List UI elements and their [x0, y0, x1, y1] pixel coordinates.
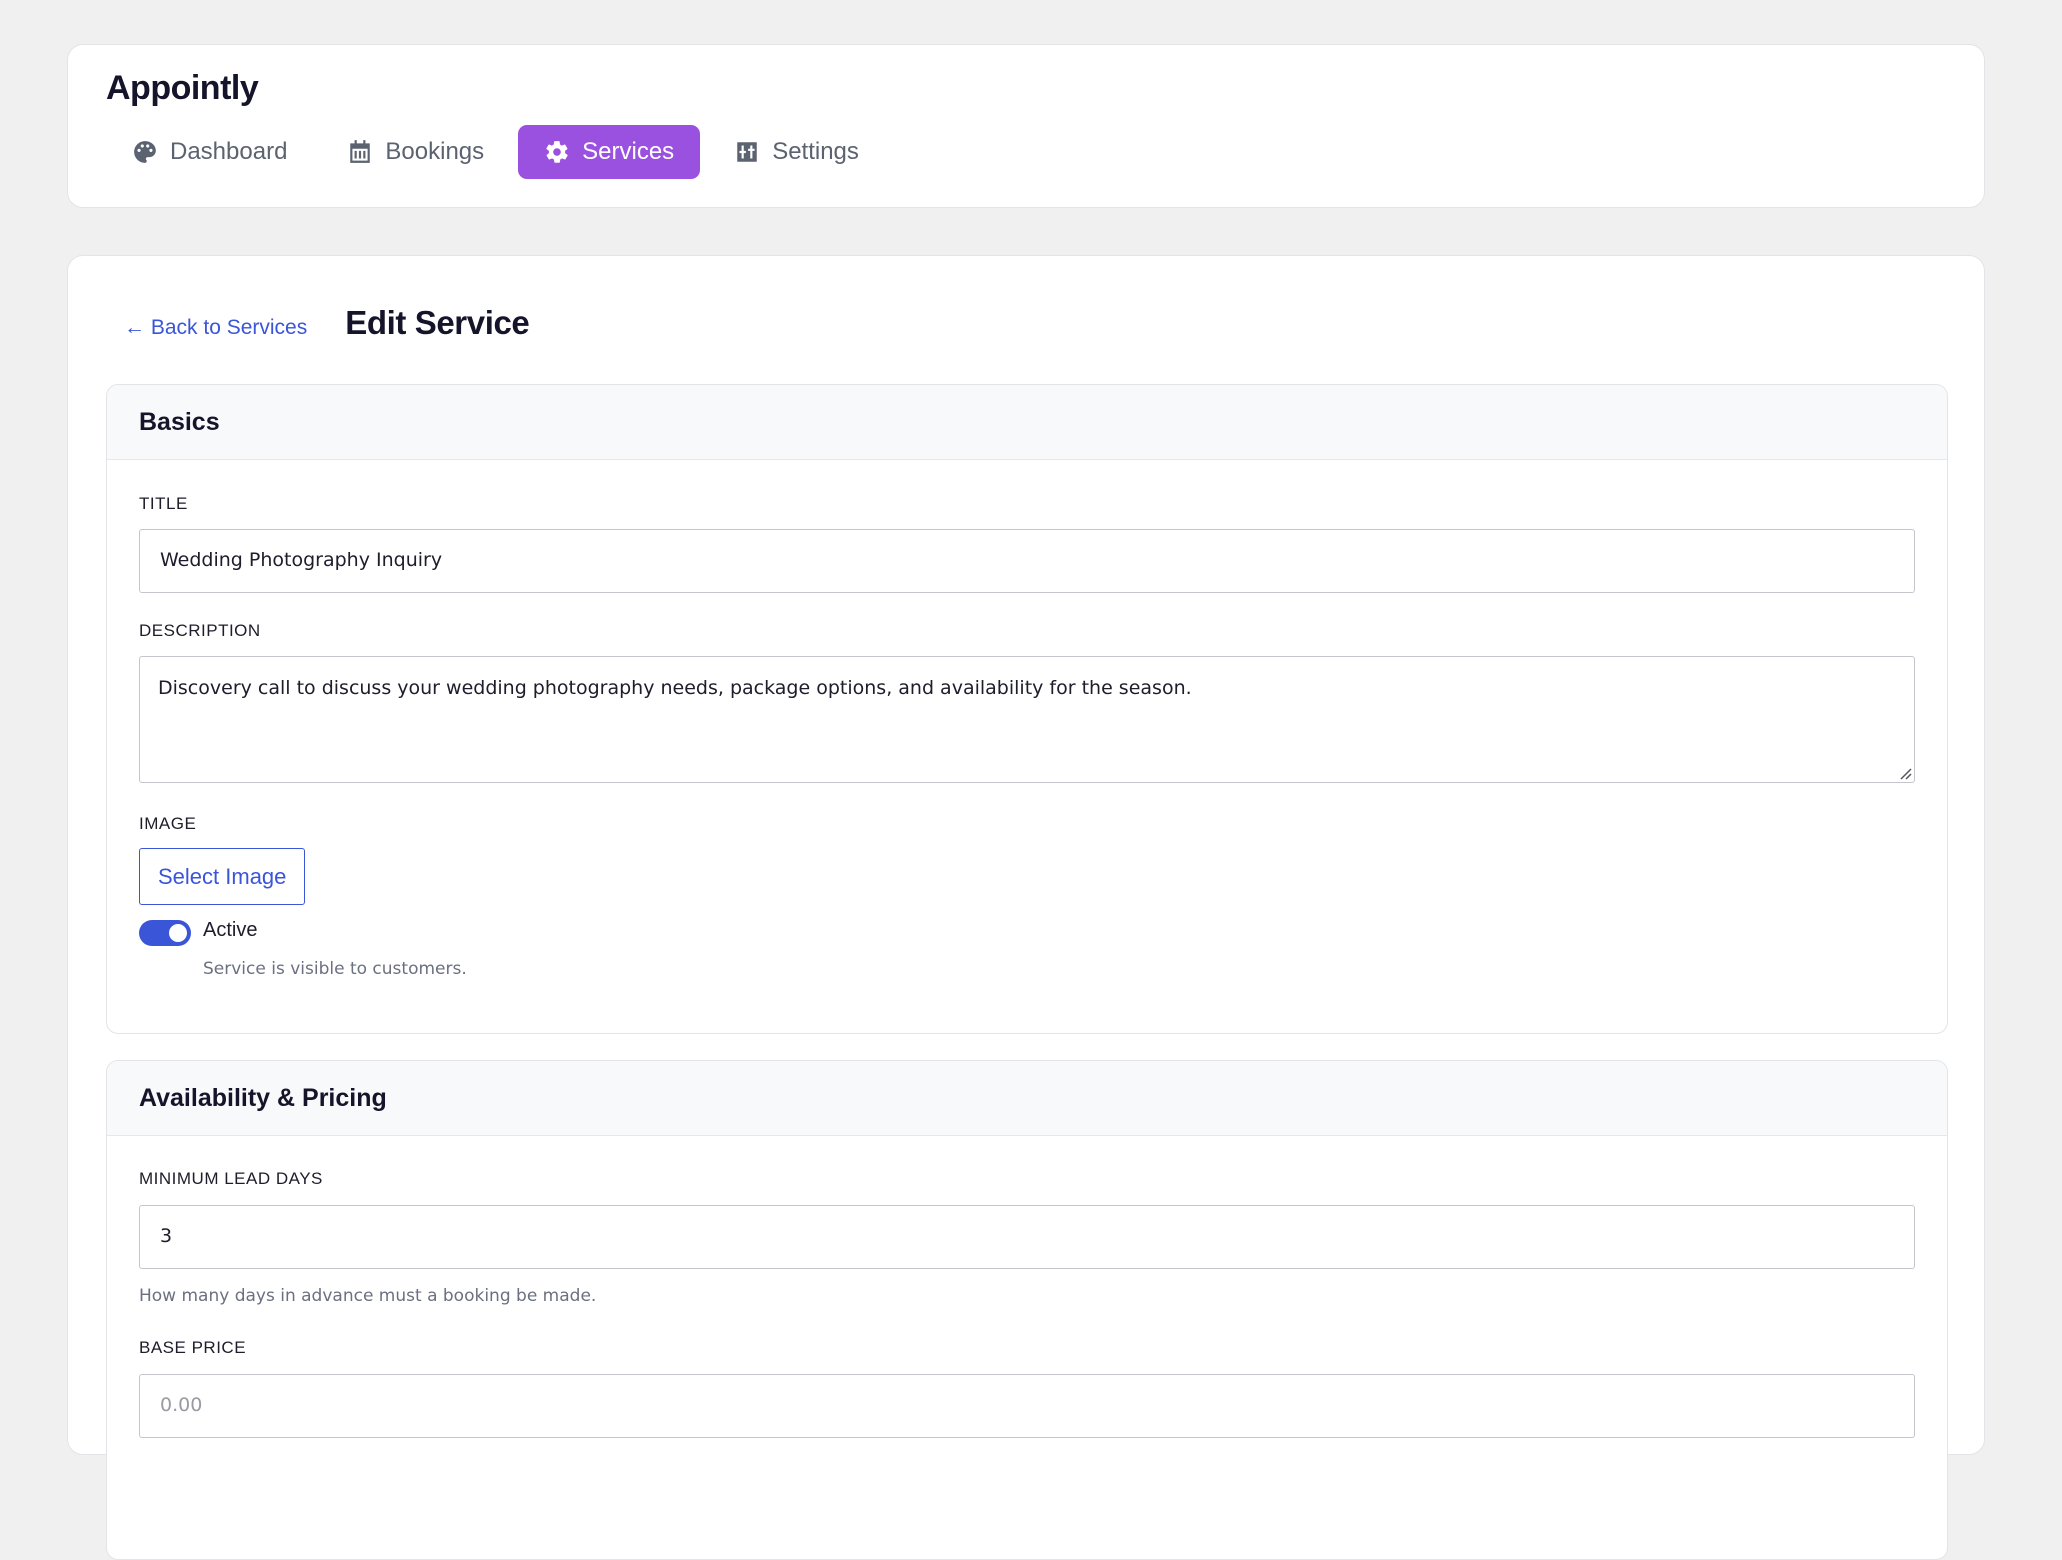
active-help-text: Service is visible to customers. — [203, 959, 467, 979]
availability-section: Availability & Pricing MINIMUM LEAD DAYS… — [106, 1060, 1948, 1560]
basics-section: Basics TITLE Wedding Photography Inquiry… — [106, 384, 1948, 1034]
main-nav: Dashboard Bookings Services Settings — [106, 125, 893, 179]
palette-icon — [134, 141, 156, 163]
nav-label: Bookings — [385, 138, 485, 165]
calendar-icon — [350, 140, 371, 163]
availability-heading: Availability & Pricing — [107, 1061, 1947, 1136]
nav-item-settings[interactable]: Settings — [708, 125, 885, 179]
nav-label: Dashboard — [170, 138, 288, 165]
toggle-knob — [169, 924, 187, 942]
app-title: Appointly — [106, 69, 259, 107]
active-label: Active — [203, 919, 258, 941]
nav-item-bookings[interactable]: Bookings — [321, 125, 510, 179]
nav-label: Services — [582, 138, 675, 165]
edit-service-panel: ← Back to Services Edit Service Basics T… — [67, 255, 1985, 1560]
page-title: Edit Service — [345, 304, 530, 341]
lead-days-input[interactable]: 3 — [139, 1205, 1915, 1269]
basics-heading: Basics — [107, 385, 1947, 460]
lead-days-help-text: How many days in advance must a booking … — [139, 1286, 597, 1306]
base-price-input[interactable]: 0.00 — [139, 1374, 1915, 1438]
page-header: ← Back to Services Edit Service — [124, 304, 530, 342]
description-label: DESCRIPTION — [139, 621, 261, 640]
image-label: IMAGE — [139, 814, 197, 833]
nav-item-services[interactable]: Services — [518, 125, 701, 179]
app-header: Appointly Dashboard Bookings Services Se… — [67, 44, 1985, 208]
title-input[interactable]: Wedding Photography Inquiry — [139, 529, 1915, 593]
resize-handle-icon[interactable] — [1898, 766, 1912, 780]
back-to-services-link[interactable]: ← Back to Services — [124, 316, 307, 340]
base-price-label: BASE PRICE — [139, 1338, 247, 1357]
nav-label: Settings — [772, 138, 859, 165]
nav-item-dashboard[interactable]: Dashboard — [106, 125, 313, 179]
select-image-button[interactable]: Select Image — [139, 848, 306, 905]
title-label: TITLE — [139, 494, 188, 513]
description-text: Discovery call to discuss your wedding p… — [158, 677, 1192, 699]
sliders-icon — [737, 142, 757, 162]
lead-days-label: MINIMUM LEAD DAYS — [139, 1169, 323, 1188]
active-toggle[interactable] — [139, 920, 191, 946]
gear-icon — [546, 141, 568, 163]
description-textarea[interactable]: Discovery call to discuss your wedding p… — [139, 656, 1915, 783]
